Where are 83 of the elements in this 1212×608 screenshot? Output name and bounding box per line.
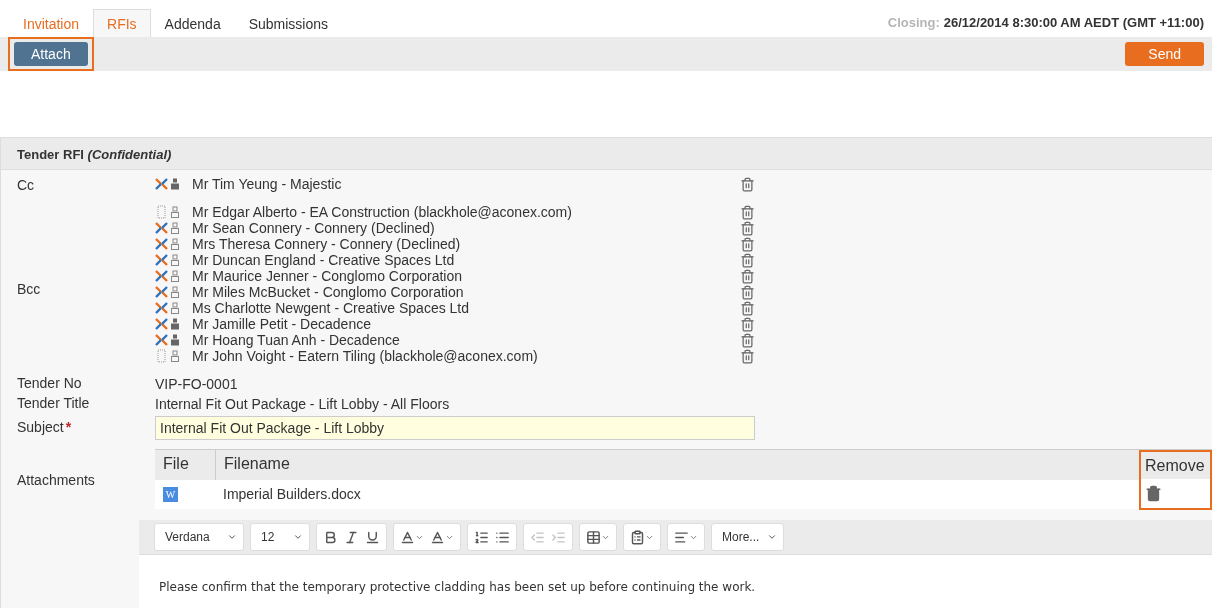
logo-icon [155, 318, 168, 330]
person-icon [170, 286, 180, 298]
logo-icon [155, 238, 168, 250]
recipient-name: Mrs Theresa Connery - Connery (Declined) [192, 236, 462, 252]
recipient-name: Mr Miles McBucket - Conglomo Corporation [192, 284, 465, 300]
delete-icon[interactable] [740, 348, 755, 364]
field-label: Tender No [17, 375, 82, 391]
delete-icon[interactable] [740, 332, 755, 348]
closing-date: 26/12/2014 8:30:00 AM AEDT (GMT +11:00) [943, 15, 1204, 30]
delete-icon[interactable] [1145, 485, 1162, 502]
column-header: File [155, 450, 215, 480]
text-color-icon[interactable] [400, 529, 415, 545]
dropdown[interactable]: 12 [250, 523, 310, 551]
attach-button[interactable]: Attach [14, 42, 88, 66]
italic-icon[interactable] [344, 529, 359, 545]
column-header: Filename [215, 450, 1139, 480]
person-icon [170, 222, 180, 234]
recipient-name: Ms Charlotte Newgent - Creative Spaces Ltd [192, 300, 470, 316]
closing-label: Closing: [887, 15, 940, 30]
delete-icon[interactable] [740, 300, 755, 316]
required-mark: * [65, 419, 72, 435]
recipient-name: Mr John Voight - Eatern Tiling (blackhole@aconex.com) [192, 348, 539, 364]
delete-icon[interactable] [740, 236, 755, 252]
logo-icon [155, 302, 168, 314]
document-icon: W [163, 486, 178, 502]
underline-icon[interactable] [365, 529, 380, 545]
panel-title: Tender RFI (Confidential) [1, 138, 1212, 170]
recipient-name: Mr Tim Yeung - Majestic [192, 176, 343, 192]
dropdown[interactable]: Verdana [154, 523, 244, 551]
paste-icon[interactable] [630, 529, 645, 545]
tender-number: VIP-FO-0001 [155, 375, 239, 394]
person-icon [170, 206, 180, 218]
delete-icon[interactable] [740, 316, 755, 332]
recipient-name: Mr Jamille Petit - Decadence [192, 316, 372, 332]
delete-icon[interactable] [740, 268, 755, 284]
bold-icon[interactable] [323, 529, 338, 545]
person-icon [170, 254, 180, 266]
person-icon [170, 178, 180, 190]
subject-field[interactable]: Internal Fit Out Package - Lift Lobby [155, 416, 755, 440]
logo-icon [155, 270, 168, 282]
dropdown[interactable]: More... [711, 523, 785, 551]
person-icon [170, 302, 180, 314]
person-icon [170, 350, 180, 362]
recipient-name: Mr Edgar Alberto - EA Construction (blackhole@aconex.com) [192, 204, 573, 220]
tender-title: Internal Fit Out Package - Lift Lobby - All Floors [155, 395, 451, 414]
delete-icon[interactable] [740, 284, 755, 300]
table-icon[interactable] [586, 529, 601, 545]
caret-icon [767, 532, 778, 542]
person-icon [170, 334, 180, 346]
numbered-list-icon[interactable] [474, 529, 489, 545]
logo-icon [155, 178, 168, 190]
message-body[interactable]: Please confirm that the temporary protective cladding has been set up before continuing the work. [139, 555, 1212, 608]
caret-icon [227, 532, 237, 542]
field-label: Tender Title [17, 395, 90, 411]
file-name: Imperial Builders.docx [215, 479, 1139, 509]
recipient-name: Mr Maurice Jenner - Conglomo Corporation [192, 268, 463, 284]
person-icon [170, 270, 180, 282]
logo-icon [155, 286, 168, 298]
field-label: Bcc [17, 281, 41, 297]
bullet-list-icon[interactable] [495, 529, 510, 545]
field-label: Subject [17, 419, 64, 435]
recipient-name: Mr Duncan England - Creative Spaces Ltd [192, 252, 456, 268]
highlight-color-icon[interactable] [430, 529, 445, 545]
caret-icon [293, 532, 303, 542]
delete-icon[interactable] [740, 176, 755, 192]
column-header: Remove [1141, 452, 1210, 479]
logo-icon [155, 334, 168, 346]
field-label: Cc [17, 177, 35, 193]
delete-icon[interactable] [740, 252, 755, 268]
tab[interactable]: Submissions [234, 9, 343, 37]
recipient-name: Mr Sean Connery - Connery (Declined) [192, 220, 436, 236]
delete-icon[interactable] [740, 204, 755, 220]
delete-icon[interactable] [740, 220, 755, 236]
field-label: Attachments [17, 471, 95, 488]
align-icon[interactable] [674, 529, 689, 545]
logo-icon [155, 222, 168, 234]
dotted-box-icon [155, 349, 168, 363]
dotted-box-icon [155, 205, 168, 219]
logo-icon [155, 254, 168, 266]
tab[interactable]: Addenda [150, 9, 235, 37]
recipient-name: Mr Hoang Tuan Anh - Decadence [192, 332, 401, 348]
person-icon [170, 238, 180, 250]
person-icon [170, 318, 180, 330]
